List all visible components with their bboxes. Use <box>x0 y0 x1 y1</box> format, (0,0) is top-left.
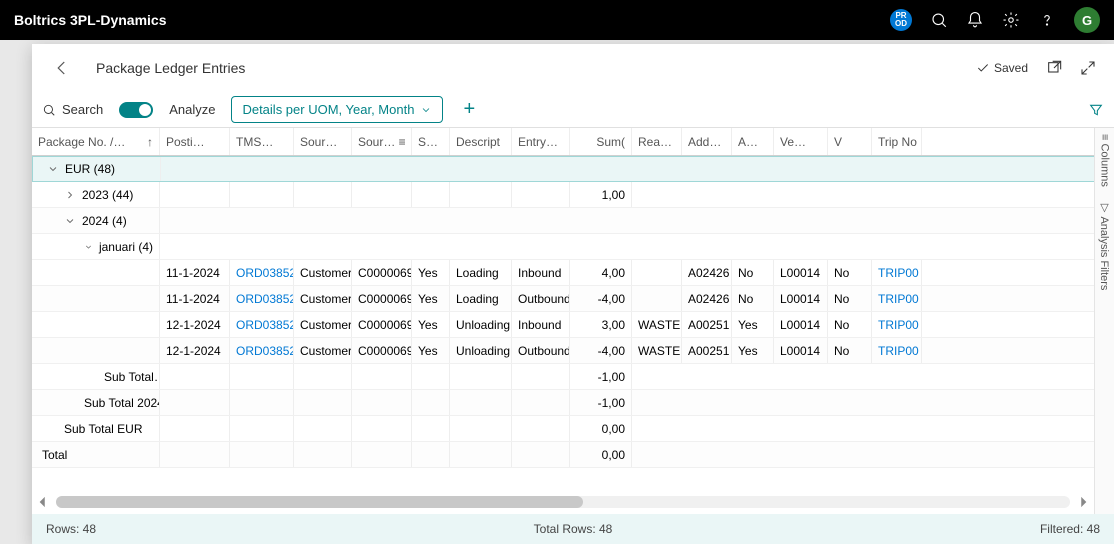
subtotal-row: Sub Total 2024-1,00 <box>32 390 1114 416</box>
side-tab-columns[interactable]: ≡ Columns <box>1099 134 1111 187</box>
trip-link[interactable]: TRIP00 <box>878 266 919 280</box>
column-header[interactable]: Sour… ≡ <box>352 128 412 155</box>
total-row: Total 0,00 <box>32 442 1114 468</box>
column-header[interactable]: S… <box>412 128 450 155</box>
column-header[interactable]: Trip No <box>872 128 922 155</box>
column-header[interactable]: Posti… <box>160 128 230 155</box>
trip-link[interactable]: TRIP00 <box>878 344 919 358</box>
tms-link[interactable]: ORD03852 <box>236 292 294 306</box>
grid-header: Package No. /…↑ Posti… TMS… Sour… Sour… … <box>32 128 1114 156</box>
filter-icon[interactable] <box>1088 102 1104 118</box>
app-brand: Boltrics 3PL-Dynamics <box>14 12 167 28</box>
table-row[interactable]: 11-1-2024ORD03852CustomerC0000069YesLoad… <box>32 286 1114 312</box>
tms-link[interactable]: ORD03852 <box>236 266 294 280</box>
data-grid: Package No. /…↑ Posti… TMS… Sour… Sour… … <box>32 128 1114 514</box>
group-row-2023[interactable]: 2023 (44) 1,00 <box>32 182 1114 208</box>
horizontal-scrollbar[interactable] <box>36 494 1090 510</box>
group-row-2024[interactable]: 2024 (4) <box>32 208 1114 234</box>
back-button[interactable] <box>50 56 74 80</box>
tms-link[interactable]: ORD03852 <box>236 344 294 358</box>
column-header[interactable]: Entry… <box>512 128 570 155</box>
group-row-eur[interactable]: EUR (48) <box>32 156 1114 182</box>
expand-icon[interactable] <box>1080 60 1096 76</box>
view-selector[interactable]: Details per UOM, Year, Month <box>231 96 443 123</box>
env-badge: PR OD <box>890 9 912 31</box>
table-row[interactable]: 12-1-2024ORD03852CustomerC0000069YesUnlo… <box>32 338 1114 364</box>
footer-rows: Rows: 48 <box>46 522 96 536</box>
footer-total-rows: Total Rows: 48 <box>534 522 613 536</box>
page-title: Package Ledger Entries <box>96 60 245 76</box>
column-header[interactable]: Sum( <box>570 128 632 155</box>
tms-link[interactable]: ORD03852 <box>236 318 294 332</box>
column-header[interactable]: V <box>828 128 872 155</box>
add-view-button[interactable]: + <box>459 98 479 121</box>
column-header[interactable]: TMS… <box>230 128 294 155</box>
grid-search-button[interactable]: Search <box>42 102 103 117</box>
column-header[interactable]: Ve… <box>774 128 828 155</box>
group-row-jan[interactable]: januari (4) <box>32 234 1114 260</box>
column-header[interactable]: Add… <box>682 128 732 155</box>
column-header[interactable]: Sour… <box>294 128 352 155</box>
column-header[interactable]: Package No. /…↑ <box>32 128 160 155</box>
avatar[interactable]: G <box>1074 7 1100 33</box>
analyze-label: Analyze <box>169 102 215 117</box>
gear-icon[interactable] <box>1002 11 1020 29</box>
column-header[interactable]: Descript <box>450 128 512 155</box>
search-icon[interactable] <box>930 11 948 29</box>
column-header[interactable]: A… <box>732 128 774 155</box>
footer-filtered: Filtered: 48 <box>1040 522 1100 536</box>
table-row[interactable]: 11-1-2024ORD03852CustomerC0000069YesLoad… <box>32 260 1114 286</box>
bell-icon[interactable] <box>966 11 984 29</box>
trip-link[interactable]: TRIP00 <box>878 292 919 306</box>
subtotal-row: Sub Total…-1,00 <box>32 364 1114 390</box>
column-header[interactable]: Rea… <box>632 128 682 155</box>
subtotal-row: Sub Total EUR0,00 <box>32 416 1114 442</box>
grid-footer: Rows: 48 Total Rows: 48 Filtered: 48 <box>32 514 1114 544</box>
help-icon[interactable] <box>1038 11 1056 29</box>
table-row[interactable]: 12-1-2024ORD03852CustomerC0000069YesUnlo… <box>32 312 1114 338</box>
analyze-toggle[interactable] <box>119 102 153 118</box>
popout-icon[interactable] <box>1046 60 1062 76</box>
trip-link[interactable]: TRIP00 <box>878 318 919 332</box>
side-tab-analysis-filters[interactable]: ▽ Analysis Filters <box>1098 201 1111 290</box>
saved-indicator: Saved <box>976 61 1028 75</box>
